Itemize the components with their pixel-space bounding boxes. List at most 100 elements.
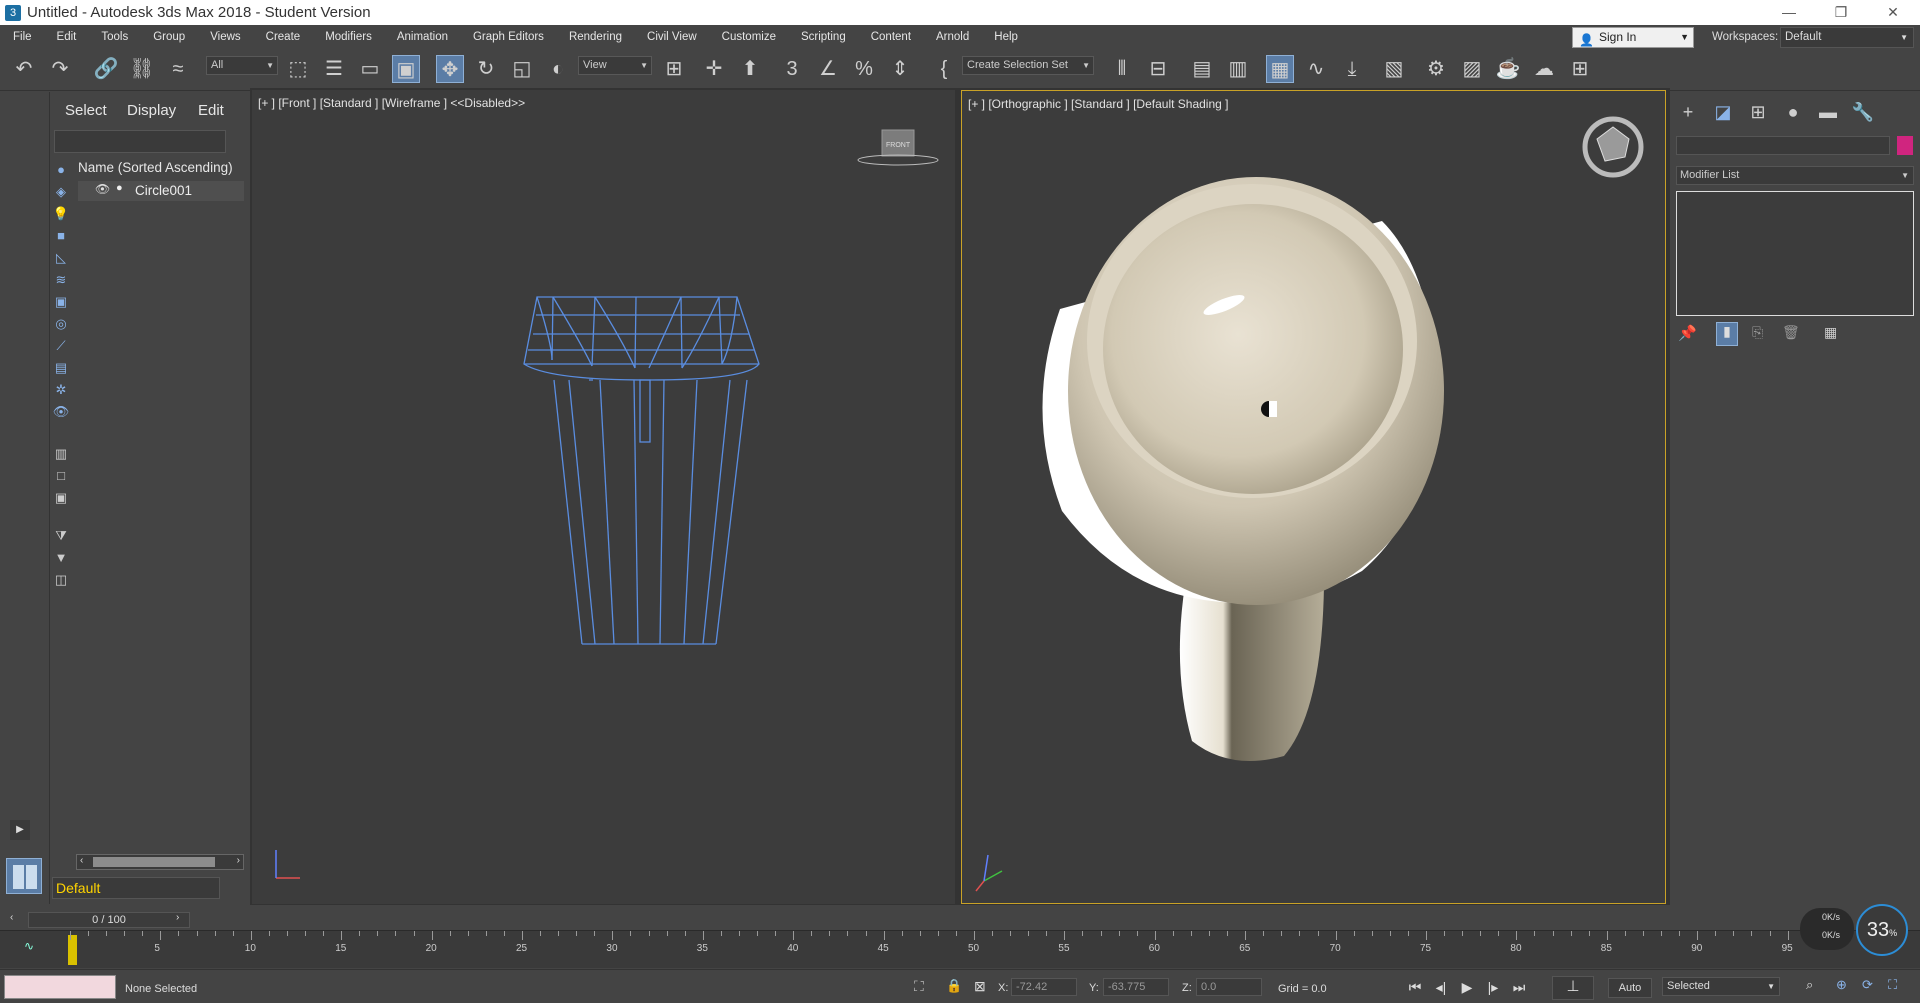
rendered-frame-window-icon[interactable]: ▨: [1458, 55, 1486, 83]
display-none-icon[interactable]: □: [51, 466, 71, 486]
go-to-end-icon[interactable]: ⏭: [1508, 976, 1530, 998]
sign-in-button[interactable]: 👤 Sign In ▼: [1572, 27, 1694, 48]
named-selection-set-dropdown[interactable]: Create Selection Set ▼: [962, 56, 1094, 75]
render-in-cloud-icon[interactable]: ☁: [1530, 55, 1558, 83]
hierarchy-tab-icon[interactable]: ⊞: [1743, 100, 1773, 124]
toggle-layer-explorer-icon[interactable]: ▥: [1224, 55, 1252, 83]
select-and-place-icon[interactable]: ◐: [544, 55, 572, 83]
expand-layout-tab-icon[interactable]: ▶: [10, 820, 30, 840]
display-geometry-icon[interactable]: ●: [51, 160, 71, 180]
configure-modifier-sets-icon[interactable]: ▦: [1824, 324, 1837, 341]
previous-frame-icon[interactable]: ◂|: [1430, 976, 1452, 998]
menu-arnold[interactable]: Arnold: [923, 25, 981, 49]
z-coordinate-field[interactable]: 0.0: [1196, 978, 1262, 996]
make-unique-icon[interactable]: ⎘: [1752, 324, 1763, 341]
pivot-point-icon[interactable]: ⊞: [660, 55, 688, 83]
menu-edit[interactable]: Edit: [44, 25, 89, 49]
select-and-move-icon[interactable]: ✥: [436, 55, 464, 83]
select-by-name-icon[interactable]: ☰: [320, 55, 348, 83]
track-bar[interactable]: ∿ 51015202530354045505560657075808590951…: [0, 930, 1920, 968]
menu-help[interactable]: Help: [981, 25, 1030, 49]
window-crossing-icon[interactable]: ▣: [392, 55, 420, 83]
remove-modifier-icon[interactable]: 🗑: [1782, 324, 1800, 341]
snaps-toggle-icon[interactable]: 3: [778, 55, 806, 83]
maxscript-listener[interactable]: [4, 975, 116, 999]
find-tab-icon[interactable]: ◫: [51, 570, 71, 590]
scroll-left-icon[interactable]: ‹: [80, 855, 83, 866]
curve-editor-icon[interactable]: ∿: [1302, 55, 1330, 83]
zoom-extents-icon[interactable]: ⊕: [1836, 977, 1847, 993]
menu-civil-view[interactable]: Civil View: [634, 25, 709, 49]
spinner-snap-icon[interactable]: ⇕: [886, 55, 914, 83]
menu-views[interactable]: Views: [197, 25, 252, 49]
next-frame-icon[interactable]: |▸: [1482, 976, 1504, 998]
tab-select[interactable]: Select: [65, 102, 107, 119]
time-slider-prev-icon[interactable]: ‹: [10, 912, 13, 923]
menu-graph-editors[interactable]: Graph Editors: [460, 25, 556, 49]
scene-search-input[interactable]: [54, 130, 226, 153]
display-groups-icon[interactable]: ▣: [51, 292, 71, 312]
maximize-button[interactable]: ❐: [1818, 0, 1864, 25]
object-color-swatch[interactable]: [1897, 136, 1913, 155]
select-and-scale-icon[interactable]: ◱: [508, 55, 536, 83]
scroll-thumb[interactable]: [93, 857, 215, 867]
set-key-icon[interactable]: ⊥: [1552, 976, 1594, 1000]
utilities-tab-icon[interactable]: 🔧: [1848, 100, 1878, 124]
edit-named-selection-icon[interactable]: {: [930, 55, 958, 83]
redo-icon[interactable]: ↷: [46, 55, 74, 83]
scene-list-item[interactable]: 👁 ● Circle001: [78, 181, 244, 201]
modifier-list-dropdown[interactable]: Modifier List ▼: [1676, 166, 1914, 185]
display-lights-icon[interactable]: 💡: [51, 204, 71, 224]
viewport-layout-icon[interactable]: [6, 858, 42, 894]
create-tab-icon[interactable]: +: [1673, 100, 1703, 124]
reference-coordinate-dropdown[interactable]: View ▼: [578, 56, 652, 75]
visibility-eye-icon[interactable]: 👁: [95, 182, 110, 196]
menu-file[interactable]: File: [0, 25, 44, 49]
display-helpers-icon[interactable]: ◺: [51, 248, 71, 268]
minimize-button[interactable]: —: [1766, 0, 1812, 25]
select-object-icon[interactable]: ⬚: [284, 55, 312, 83]
menu-scripting[interactable]: Scripting: [788, 25, 858, 49]
pin-stack-icon[interactable]: 📌: [1678, 324, 1697, 342]
display-hidden-icon[interactable]: 👁: [51, 402, 71, 422]
menu-create[interactable]: Create: [253, 25, 313, 49]
bind-spacewarp-icon[interactable]: ≈: [164, 55, 192, 83]
y-coordinate-field[interactable]: -63.775: [1103, 978, 1169, 996]
toggle-scene-explorer-icon[interactable]: ▤: [1188, 55, 1216, 83]
display-bones-icon[interactable]: ⟋: [51, 336, 71, 356]
select-manipulate-icon[interactable]: ✛: [700, 55, 728, 83]
scene-horizontal-scrollbar[interactable]: ‹ ›: [76, 854, 244, 870]
display-all-icon[interactable]: ▥: [51, 444, 71, 464]
rectangular-selection-icon[interactable]: ▭: [356, 55, 384, 83]
align-icon[interactable]: ⊟: [1144, 55, 1172, 83]
tab-display[interactable]: Display: [127, 102, 176, 119]
invert-display-icon[interactable]: ▣: [51, 488, 71, 508]
scroll-right-icon[interactable]: ›: [237, 855, 240, 866]
scene-column-header[interactable]: Name (Sorted Ascending): [78, 160, 233, 175]
display-tab-icon[interactable]: ▬: [1813, 100, 1843, 124]
schematic-view-icon[interactable]: ⤓: [1338, 55, 1366, 83]
sync-selection-icon[interactable]: ⧩: [51, 526, 71, 546]
zoom-icon[interactable]: ⌕: [1806, 977, 1813, 993]
menu-animation[interactable]: Animation: [384, 25, 460, 49]
render-setup-icon[interactable]: ⚙: [1422, 55, 1450, 83]
select-and-rotate-icon[interactable]: ↻: [472, 55, 500, 83]
motion-tab-icon[interactable]: ●: [1778, 100, 1808, 124]
orthographic-viewport[interactable]: [+ ] [Orthographic ] [Standard ] [Defaul…: [961, 90, 1666, 904]
angle-snap-icon[interactable]: ∠: [814, 55, 842, 83]
isolate-selection-icon[interactable]: ⛶: [914, 978, 924, 995]
front-viewport[interactable]: [+ ] [Front ] [Standard ] [Wireframe ] <…: [252, 90, 955, 904]
display-xrefs-icon[interactable]: ◎: [51, 314, 71, 334]
menu-customize[interactable]: Customize: [709, 25, 788, 49]
modifier-stack[interactable]: [1676, 191, 1914, 316]
tab-edit[interactable]: Edit: [198, 102, 224, 119]
selection-filter-dropdown[interactable]: All ▼: [206, 56, 278, 75]
keyboard-shortcut-override-icon[interactable]: ⬆: [736, 55, 764, 83]
a360-gallery-icon[interactable]: ⊞: [1566, 55, 1594, 83]
toggle-ribbon-icon[interactable]: ▦: [1266, 55, 1294, 83]
show-end-result-icon[interactable]: ▮: [1716, 322, 1738, 346]
modify-tab-icon[interactable]: ◪: [1708, 100, 1738, 124]
mirror-icon[interactable]: ⫴: [1108, 55, 1136, 83]
display-cameras-icon[interactable]: ■: [51, 226, 71, 246]
link-icon[interactable]: 🔗: [92, 55, 120, 83]
